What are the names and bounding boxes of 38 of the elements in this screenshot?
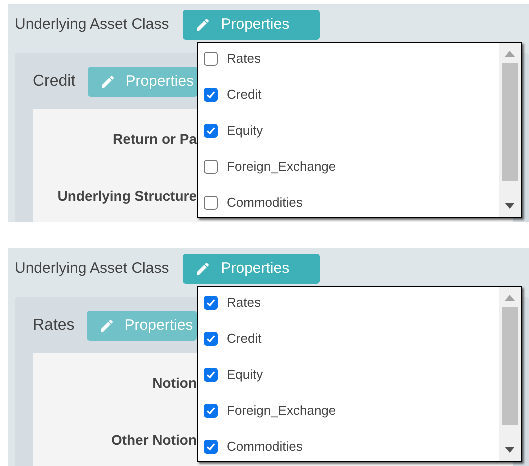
checkbox[interactable]	[204, 296, 218, 310]
dropdown-option[interactable]: Credit	[204, 85, 499, 105]
scroll-down-icon[interactable]	[505, 203, 515, 209]
scrollbar-thumb[interactable]	[502, 307, 518, 425]
checkbox[interactable]	[204, 368, 218, 382]
pencil-icon	[195, 261, 212, 277]
dropdown-option[interactable]: Rates	[204, 293, 499, 313]
checkbox[interactable]	[204, 52, 218, 66]
dropdown-option[interactable]: Foreign_Exchange	[204, 157, 499, 177]
dropdown-option[interactable]: Equity	[204, 121, 499, 141]
section-title: Rates	[33, 316, 75, 336]
section-title: Credit	[33, 72, 76, 92]
checkbox[interactable]	[204, 332, 218, 346]
pencil-icon	[195, 17, 212, 33]
checkbox[interactable]	[204, 160, 218, 174]
dropdown-option[interactable]: Credit	[204, 329, 499, 349]
field-label: Underlying Structure	[58, 187, 197, 206]
dropdown-option[interactable]: Equity	[204, 365, 499, 385]
pencil-icon	[100, 74, 116, 90]
checkbox[interactable]	[204, 404, 218, 418]
field-label: Notion	[152, 374, 197, 393]
dropdown-option[interactable]: Commodities	[204, 193, 499, 213]
checkbox[interactable]	[204, 88, 218, 102]
dropdown-option[interactable]: Foreign_Exchange	[204, 401, 499, 421]
section-label: Underlying Asset Class	[15, 14, 170, 35]
scrollbar[interactable]	[499, 287, 521, 461]
scrollbar[interactable]	[499, 43, 521, 217]
pencil-icon	[98, 318, 115, 334]
checkbox[interactable]	[204, 440, 218, 454]
field-label: Other Notion	[111, 431, 197, 450]
section-label: Underlying Asset Class	[15, 258, 170, 279]
scroll-down-icon[interactable]	[505, 447, 515, 453]
checkbox[interactable]	[204, 124, 218, 138]
dropdown-option[interactable]: Rates	[204, 49, 499, 69]
dropdown-option[interactable]: Commodities	[204, 437, 499, 457]
field-label: Return or Pa	[112, 130, 197, 149]
scrollbar-thumb[interactable]	[502, 63, 518, 181]
checkbox[interactable]	[204, 196, 218, 210]
